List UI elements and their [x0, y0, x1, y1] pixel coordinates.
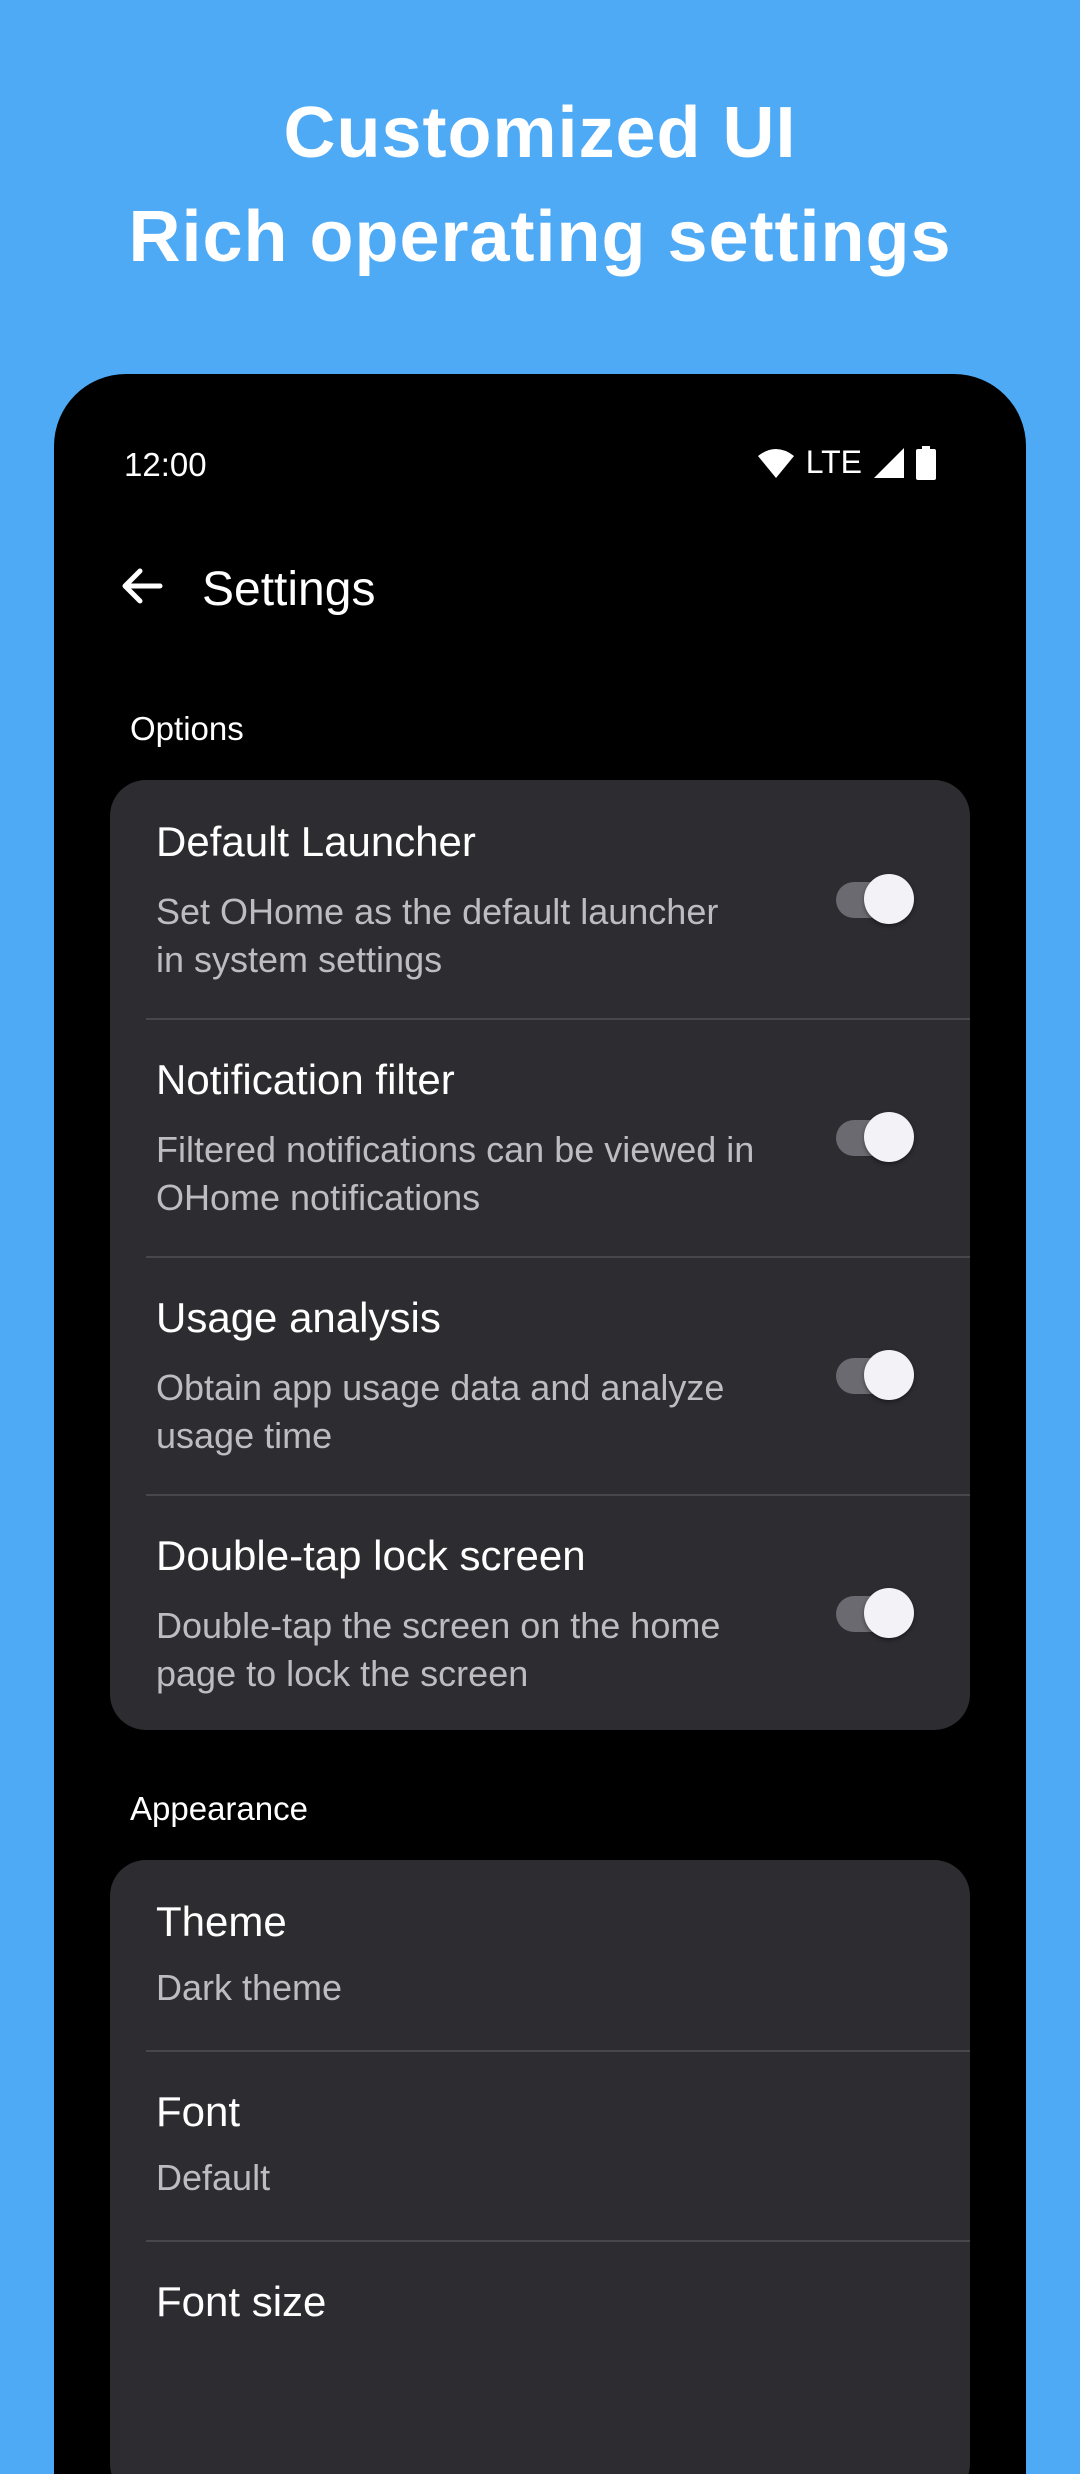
- toggle-switch-usage-analysis[interactable]: [836, 1350, 914, 1402]
- setting-title: Notification filter: [156, 1056, 455, 1103]
- status-time: 12:00: [124, 446, 207, 483]
- signal-icon: [874, 447, 904, 478]
- options-card: Default Launcher Set OHome as the defaul…: [110, 780, 970, 1730]
- battery-icon: [916, 445, 936, 480]
- setting-row-notification-filter[interactable]: Notification filter Filtered notificatio…: [110, 1018, 970, 1256]
- status-icons: LTE: [757, 444, 936, 481]
- section-label-options: Options: [130, 710, 244, 747]
- setting-title: Double-tap lock screen: [156, 1532, 586, 1579]
- section-label-appearance: Appearance: [130, 1790, 308, 1827]
- page-title: Settings: [202, 563, 376, 616]
- setting-row-font[interactable]: Font Default: [110, 2050, 970, 2240]
- setting-row-theme[interactable]: Theme Dark theme: [110, 1860, 970, 2050]
- wifi-icon: [757, 448, 794, 478]
- setting-row-font-size[interactable]: Font size: [110, 2240, 970, 2430]
- setting-value: Dark theme: [156, 1967, 343, 2008]
- setting-title: Usage analysis: [156, 1294, 441, 1341]
- back-arrow-icon[interactable]: [114, 558, 170, 614]
- setting-title: Font size: [156, 2278, 327, 2325]
- setting-value: Default: [156, 2157, 271, 2198]
- setting-subtitle: Filtered notifications can be viewed in …: [156, 1129, 755, 1218]
- setting-title: Font: [156, 2088, 241, 2135]
- promo-headline-line-1: Customized UI: [283, 93, 797, 173]
- toggle-switch-notification-filter[interactable]: [836, 1112, 914, 1164]
- setting-subtitle: Double-tap the screen on the home page t…: [156, 1605, 721, 1694]
- setting-row-default-launcher[interactable]: Default Launcher Set OHome as the defaul…: [110, 780, 970, 1018]
- toggle-switch-default-launcher[interactable]: [836, 874, 914, 926]
- setting-title: Theme: [156, 1898, 287, 1945]
- setting-subtitle: Obtain app usage data and analyze usage …: [156, 1367, 725, 1456]
- appearance-card: Theme Dark theme Font Default Font size: [110, 1860, 970, 2474]
- setting-row-double-tap-lock[interactable]: Double-tap lock screen Double-tap the sc…: [110, 1494, 970, 1730]
- setting-row-usage-analysis[interactable]: Usage analysis Obtain app usage data and…: [110, 1256, 970, 1494]
- network-type: LTE: [805, 444, 862, 480]
- setting-subtitle: Set OHome as the default launcher in sys…: [156, 891, 719, 980]
- toggle-switch-double-tap-lock[interactable]: [836, 1588, 914, 1640]
- phone-screen: 12:00 LTE Settings Options Default Launc…: [54, 374, 1026, 2474]
- setting-title: Default Launcher: [156, 818, 476, 865]
- promo-headline-line-2: Rich operating settings: [128, 197, 952, 277]
